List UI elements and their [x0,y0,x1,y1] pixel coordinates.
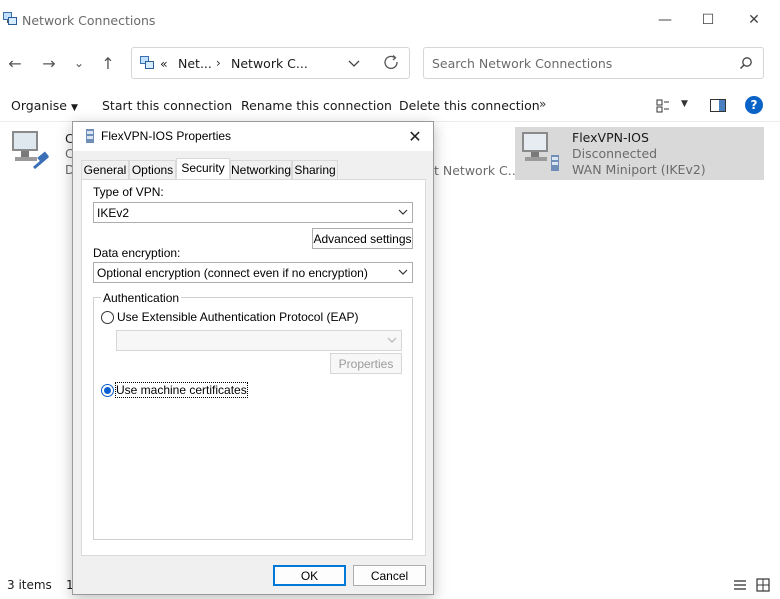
network-connections-icon [3,12,17,25]
details-view-icon[interactable] [733,579,747,591]
connection-status: Disconnected [572,146,658,161]
tab-sharing[interactable]: Sharing [292,160,338,179]
caret-down-icon: ▼ [70,103,78,113]
tab-security[interactable]: Security [176,158,230,180]
network-adapter-icon[interactable] [8,128,52,172]
connection-name: FlexVPN-IOS [572,130,649,145]
breadcrumb-item[interactable]: Network C... [231,56,308,71]
chevron-down-icon [387,337,397,343]
maximize-button[interactable]: ☐ [688,8,728,32]
dialog-title-bar: FlexVPN-IOS Properties ✕ [73,122,433,151]
connection-device-fragment: t Network C... [434,163,520,178]
network-connections-icon [140,56,154,69]
organise-menu[interactable]: Organise ▼ [11,98,78,113]
refresh-icon[interactable] [382,53,402,73]
rename-connection-button[interactable]: Rename this connection [241,98,392,113]
view-options-icon[interactable] [656,99,670,113]
caret-down-icon[interactable]: ▼ [681,99,688,109]
tab-general[interactable]: General [81,160,129,179]
vpn-type-select[interactable]: IKEv2 [93,202,413,223]
vpn-connection-icon [522,132,559,171]
help-icon[interactable]: ? [745,96,763,114]
dialog-close-button[interactable]: ✕ [403,126,427,148]
search-placeholder: Search Network Connections [432,56,613,71]
cancel-button[interactable]: Cancel [353,565,426,586]
breadcrumb-separator[interactable]: › [216,56,221,70]
machine-certificates-radio[interactable] [101,384,114,397]
data-encryption-label: Data encryption: [93,246,181,260]
chevron-down-icon[interactable] [346,54,362,72]
connection-item-flexvpn[interactable]: FlexVPN-IOS Disconnected WAN Miniport (I… [515,127,764,180]
minimize-button[interactable]: — [645,8,685,32]
start-connection-button[interactable]: Start this connection [102,98,232,113]
close-button[interactable]: ✕ [734,8,774,32]
search-input[interactable]: Search Network Connections [423,47,764,79]
data-encryption-select[interactable]: Optional encryption (connect even if no … [93,262,413,283]
more-commands-button[interactable]: » [539,97,546,111]
vpn-connection-icon [86,129,94,143]
delete-connection-button[interactable]: Delete this connection [399,98,540,113]
back-button[interactable]: ← [4,52,26,74]
machine-certificates-label[interactable]: Use machine certificates [115,382,248,398]
authentication-legend: Authentication [101,291,182,305]
window-title: Network Connections [22,13,156,28]
properties-dialog: FlexVPN-IOS Properties ✕ General Options… [72,121,434,595]
breadcrumb-overflow[interactable]: « [160,56,168,71]
data-encryption-value: Optional encryption (connect even if no … [97,266,368,280]
up-button[interactable]: ↑ [97,52,119,74]
tab-networking[interactable]: Networking [230,160,292,179]
tiles-view-icon[interactable] [756,578,770,592]
chevron-down-icon [398,209,408,215]
organise-label: Organise [11,98,67,113]
title-bar: Network Connections — ☐ ✕ [0,0,780,40]
advanced-settings-button[interactable]: Advanced settings [312,228,413,249]
dialog-title: FlexVPN-IOS Properties [101,129,232,143]
search-icon[interactable] [739,56,753,70]
vpn-type-label: Type of VPN: [93,185,164,199]
ok-button[interactable]: OK [273,565,346,586]
chevron-down-icon [398,269,408,275]
address-bar[interactable]: « Net... › Network C... [131,47,410,79]
connection-device: WAN Miniport (IKEv2) [572,162,706,177]
tab-options[interactable]: Options [129,160,176,179]
eap-properties-button[interactable]: Properties [330,353,402,374]
item-count: 3 items [7,578,52,592]
eap-radio[interactable] [101,311,114,324]
recent-locations-button[interactable]: ⌄ [68,52,90,74]
breadcrumb-item[interactable]: Net... [178,56,212,71]
preview-pane-icon[interactable] [710,99,726,112]
vpn-type-value: IKEv2 [97,206,130,220]
forward-button[interactable]: → [38,52,60,74]
eap-radio-label[interactable]: Use Extensible Authentication Protocol (… [117,310,358,324]
eap-method-select[interactable] [116,330,402,351]
